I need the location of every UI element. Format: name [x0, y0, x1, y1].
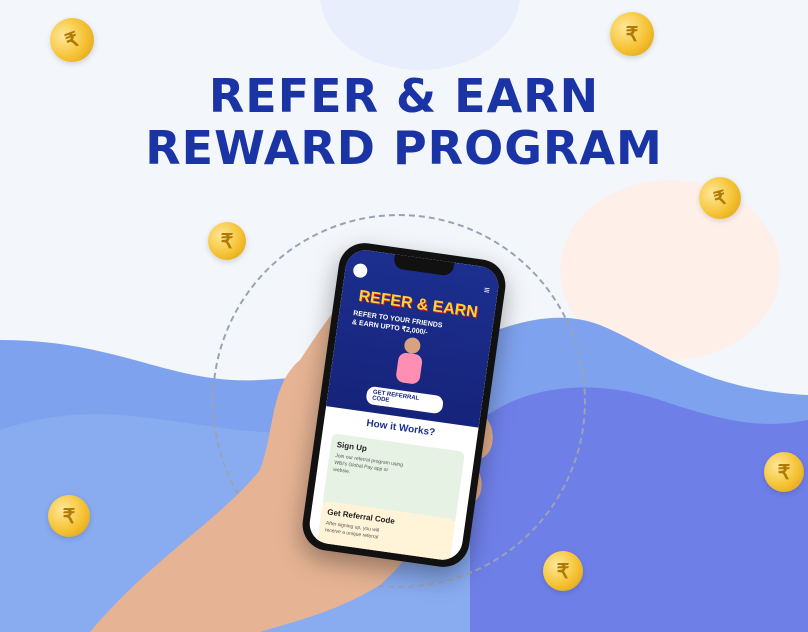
menu-icon[interactable]: ≡: [483, 285, 490, 297]
get-referral-code-button[interactable]: GET REFERRAL CODE: [365, 385, 445, 415]
phone-screen: ≡ REFER & EARN REFER TO YOUR FRIENDS & E…: [307, 247, 501, 563]
phone-notch: [392, 254, 455, 277]
step-desc: Join our referral program using WBI's Gl…: [332, 452, 404, 476]
app-logo-icon: [352, 262, 369, 279]
hero-banner: ≡ REFER & EARN REFER TO YOUR FRIENDS & E…: [326, 247, 501, 428]
person-illustration: [396, 337, 423, 384]
